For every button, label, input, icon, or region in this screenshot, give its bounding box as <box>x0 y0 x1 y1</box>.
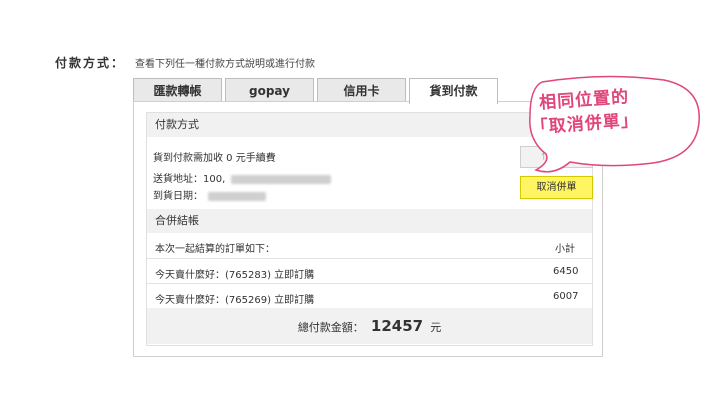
redacted-date <box>208 191 267 201</box>
delivery-date: 到貨日期： <box>153 187 267 202</box>
redacted-address <box>231 174 332 184</box>
order-row-2-link[interactable]: 今天賣什麼好：(765269) 立即訂購 <box>155 291 314 306</box>
merge-intro: 本次一起結算的訂單如下： <box>155 244 275 255</box>
tab-bank-transfer[interactable]: 匯款轉帳 <box>133 78 222 102</box>
payment-method-label: 付款方式： <box>55 56 126 70</box>
delivery-address: 送貨地址：100, <box>153 170 332 185</box>
tab-gopay[interactable]: gopay <box>225 78 314 102</box>
merge-section-header: 合併結帳 <box>147 209 592 233</box>
payment-method-description: 查看下列任一種付款方式說明或進行付款 <box>135 59 315 70</box>
total-bar: 總付款金額： 12457 元 <box>147 308 592 344</box>
tab-cash-on-delivery[interactable]: 貨到付款 <box>409 78 498 104</box>
total-amount: 12457 <box>370 317 424 335</box>
divider <box>147 258 592 259</box>
order-row-1-link[interactable]: 今天賣什麼好：(765283) 立即訂購 <box>155 266 314 281</box>
total-label: 總付款金額： <box>297 321 364 334</box>
subtotal-header: 小計 <box>555 244 575 255</box>
order-row-2-subtotal: 6007 <box>553 291 579 302</box>
delivery-address-label: 送貨地址：100, <box>153 174 226 185</box>
tab-credit-card[interactable]: 信用卡 <box>317 78 406 102</box>
order-row-1-subtotal: 6450 <box>553 266 579 277</box>
divider <box>147 283 592 284</box>
delivery-date-label: 到貨日期： <box>153 191 203 202</box>
total-unit: 元 <box>430 321 442 334</box>
annotation-text: 相同位置的 「取消併單」 <box>530 85 639 140</box>
cod-fee-text: 貨到付款需加收 0 元手續費 <box>153 153 276 164</box>
